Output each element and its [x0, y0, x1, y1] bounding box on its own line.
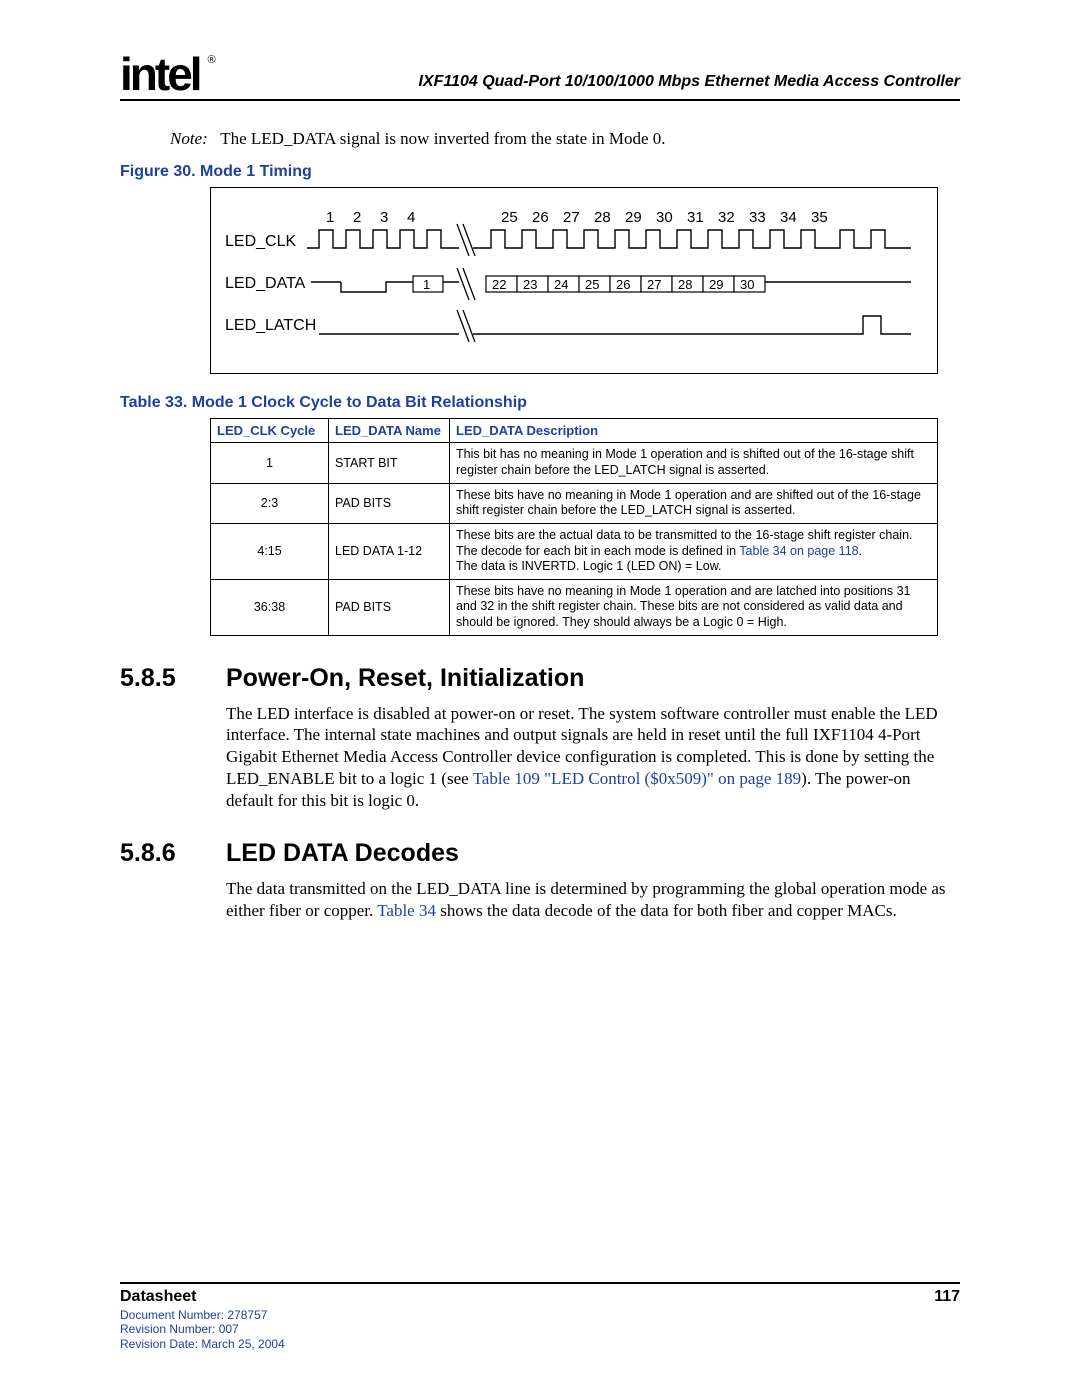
page-number: 117 [934, 1288, 960, 1306]
section-title: Power-On, Reset, Initialization [226, 664, 584, 693]
logo-text: intel [120, 48, 200, 100]
table-caption: Table 33. Mode 1 Clock Cycle to Data Bit… [120, 394, 960, 412]
cell-desc: These bits are the actual data to be tra… [450, 523, 938, 579]
note-line: Note: The LED_DATA signal is now inverte… [170, 129, 960, 149]
mode1-table: LED_CLK Cycle LED_DATA Name LED_DATA Des… [210, 418, 938, 635]
section-body: The LED interface is disabled at power-o… [226, 703, 960, 812]
clk-num: 32 [718, 209, 735, 226]
cell-cycle: 36:38 [211, 579, 329, 635]
text-link[interactable]: Table 34 [377, 901, 436, 920]
cell-cycle: 1 [211, 443, 329, 483]
text-link[interactable]: Table 109 "LED Control ($0x509)" on page… [473, 769, 802, 788]
data-val: 25 [585, 277, 599, 292]
document-title: IXF1104 Quad-Port 10/100/1000 Mbps Ether… [234, 73, 960, 95]
data-val: 24 [554, 277, 568, 292]
data-val: 22 [492, 277, 506, 292]
cell-desc: These bits have no meaning in Mode 1 ope… [450, 579, 938, 635]
clk-label: LED_CLK [225, 233, 296, 250]
timing-diagram: 1 2 3 4 25 26 27 28 29 30 31 32 33 34 35 [210, 187, 960, 374]
table-row: 4:15 LED DATA 1-12 These bits are the ac… [211, 523, 938, 579]
data-val: 27 [647, 277, 661, 292]
intel-logo: intel® [120, 54, 214, 95]
clk-num: 35 [811, 209, 828, 226]
figure-caption: Figure 30. Mode 1 Timing [120, 163, 960, 181]
table-link[interactable]: Table 34 on page 118 [739, 544, 858, 558]
clk-num: 1 [326, 209, 334, 226]
note-label: Note: [170, 129, 208, 148]
page-header: intel® IXF1104 Quad-Port 10/100/1000 Mbp… [120, 54, 960, 101]
clk-num: 2 [353, 209, 361, 226]
data-val: 1 [423, 277, 430, 292]
page-footer: Datasheet 117 Document Number: 278757 Re… [120, 1282, 960, 1351]
clk-num: 30 [656, 209, 673, 226]
section-body: The data transmitted on the LED_DATA lin… [226, 878, 960, 922]
cell-name: PAD BITS [329, 483, 450, 523]
section-title: LED DATA Decodes [226, 839, 459, 868]
table-row: 2:3 PAD BITS These bits have no meaning … [211, 483, 938, 523]
clk-num: 34 [780, 209, 797, 226]
cell-name: LED DATA 1-12 [329, 523, 450, 579]
section-heading: 5.8.6 LED DATA Decodes [120, 839, 960, 868]
cell-cycle: 4:15 [211, 523, 329, 579]
data-val: 26 [616, 277, 630, 292]
cell-desc: These bits have no meaning in Mode 1 ope… [450, 483, 938, 523]
data-val: 30 [740, 277, 754, 292]
rev-number: Revision Number: 007 [120, 1322, 960, 1336]
th-name: LED_DATA Name [329, 419, 450, 443]
section-number: 5.8.5 [120, 664, 226, 693]
clk-num: 26 [532, 209, 549, 226]
data-label: LED_DATA [225, 275, 306, 292]
th-cycle: LED_CLK Cycle [211, 419, 329, 443]
clk-num: 31 [687, 209, 704, 226]
cell-name: PAD BITS [329, 579, 450, 635]
clk-num: 29 [625, 209, 642, 226]
clk-num: 28 [594, 209, 611, 226]
clk-num: 25 [501, 209, 518, 226]
footer-label: Datasheet [120, 1288, 196, 1306]
cell-name: START BIT [329, 443, 450, 483]
note-text: The LED_DATA signal is now inverted from… [220, 129, 665, 148]
rev-date: Revision Date: March 25, 2004 [120, 1337, 960, 1351]
table-row: 36:38 PAD BITS These bits have no meanin… [211, 579, 938, 635]
clk-num: 33 [749, 209, 766, 226]
section-number: 5.8.6 [120, 839, 226, 868]
registered-mark: ® [207, 56, 215, 66]
cell-desc: This bit has no meaning in Mode 1 operat… [450, 443, 938, 483]
clk-num: 3 [380, 209, 388, 226]
clk-num: 27 [563, 209, 580, 226]
latch-label: LED_LATCH [225, 317, 316, 334]
table-row: 1 START BIT This bit has no meaning in M… [211, 443, 938, 483]
doc-number: Document Number: 278757 [120, 1308, 960, 1322]
data-val: 28 [678, 277, 692, 292]
data-val: 23 [523, 277, 537, 292]
data-val: 29 [709, 277, 723, 292]
clk-num: 4 [407, 209, 415, 226]
th-desc: LED_DATA Description [450, 419, 938, 443]
cell-cycle: 2:3 [211, 483, 329, 523]
section-heading: 5.8.5 Power-On, Reset, Initialization [120, 664, 960, 693]
